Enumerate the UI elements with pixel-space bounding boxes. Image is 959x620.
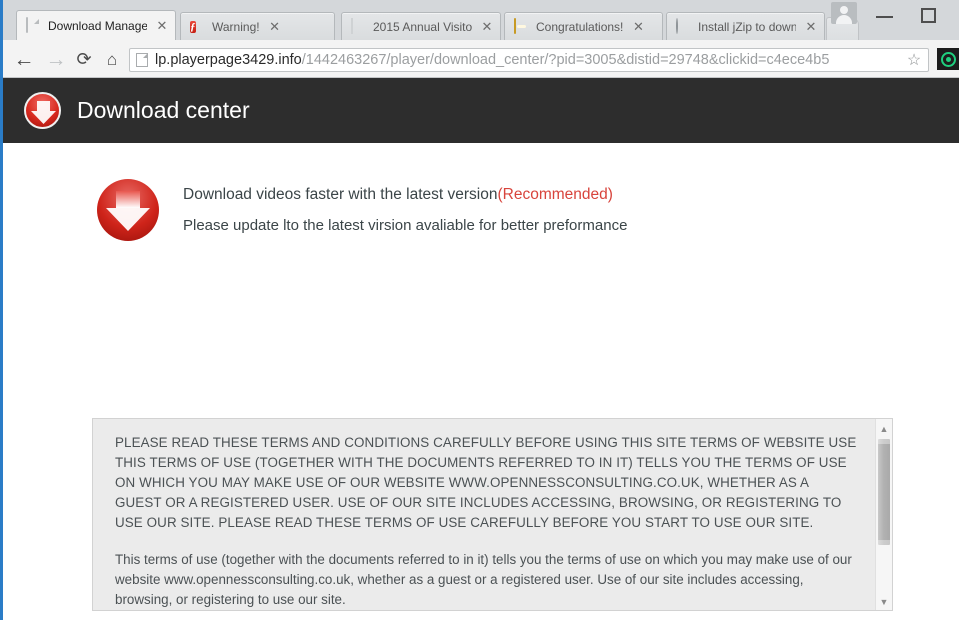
tab-title: Download Manager [48,18,147,33]
flash-icon: ƒ [190,20,196,33]
url-text: lp.playerpage3429.info/1442463267/player… [155,52,902,68]
maximize-button[interactable] [915,4,943,26]
site-header: Download center [3,78,959,143]
broadcast-icon[interactable] [937,48,959,70]
back-icon[interactable]: ← [11,48,37,72]
tab-title: Congratulations! [536,19,624,34]
close-icon[interactable]: ✕ [268,20,282,34]
scrollbar-grip-bottom [878,540,890,545]
broadcast-ring [940,51,956,67]
tab-congratulations[interactable]: Congratulations! ✕ [504,12,663,40]
page-title: Download center [77,97,250,123]
terms-paragraph-2: This terms of use (together with the doc… [115,552,852,607]
scrollbar-thumb[interactable] [878,439,890,545]
tab-download-manager[interactable]: Download Manager ✕ [16,10,176,40]
broadcast-dot [945,56,951,62]
tab-title: Install jZip to downlo [698,19,796,34]
url-host: lp.playerpage3429.info [155,52,302,68]
promo-recommended-label: (Recommended) [497,186,613,203]
tab-title: 2015 Annual Visitor [373,19,472,34]
jzip-icon [676,17,692,35]
close-icon[interactable]: ✕ [480,20,494,34]
scrollbar-grip-top [878,439,890,444]
home-icon[interactable]: ⌂ [99,48,125,72]
minimize-button[interactable] [871,4,899,26]
page-icon [26,16,42,34]
browser-toolbar: ← → ⟳ ⌂ lp.playerpage3429.info/144246326… [3,40,959,78]
scroll-down-icon[interactable]: ▼ [876,594,892,610]
tab-install-jzip[interactable]: Install jZip to downlo ✕ [666,12,825,40]
download-arrow-icon [24,92,61,129]
tab-strip: Download Manager ✕ ƒ Warning! ✕ 2015 Ann… [3,0,959,40]
promo-banner: Download videos faster with the latest v… [3,179,959,241]
address-bar[interactable]: lp.playerpage3429.info/1442463267/player… [129,48,929,72]
close-icon[interactable]: ✕ [155,19,169,33]
terms-scrollbar[interactable]: ▲ ▼ [875,419,892,610]
tab-warning[interactable]: ƒ Warning! ✕ [180,12,335,40]
tab-annual-visitor[interactable]: 2015 Annual Visitor ✕ [341,12,501,40]
terms-paragraph-1: PLEASE READ THESE TERMS AND CONDITIONS C… [115,435,857,530]
avatar-head [840,6,848,14]
browser-window: Download Manager ✕ ƒ Warning! ✕ 2015 Ann… [0,0,959,620]
download-arrow-icon [97,179,159,241]
page-content: Download videos faster with the latest v… [3,179,959,620]
terms-and-conditions-box[interactable]: PLEASE READ THESE TERMS AND CONDITIONS C… [92,418,893,611]
promo-headline-main: Download videos faster with the latest v… [183,186,498,203]
close-icon[interactable]: ✕ [804,20,818,34]
page-viewport: Download center Download videos faster w… [3,78,959,620]
maximize-icon [921,8,936,23]
promo-subline: Please update lto the latest virsion ava… [183,217,628,234]
promo-headline: Download videos faster with the latest v… [183,186,627,204]
blank-page-icon [351,17,367,35]
terms-text: PLEASE READ THESE TERMS AND CONDITIONS C… [93,419,892,610]
promo-texts: Download videos faster with the latest v… [183,186,627,234]
url-path: /1442463267/player/download_center/?pid=… [301,52,830,68]
avatar-icon[interactable] [831,2,857,24]
star-icon[interactable]: ☆ [904,50,924,70]
reload-icon[interactable]: ⟳ [71,48,97,72]
forward-icon[interactable]: → [43,48,69,72]
page-icon [136,53,148,67]
scroll-up-icon[interactable]: ▲ [876,421,892,437]
close-icon[interactable]: ✕ [631,20,645,34]
handshake-icon [514,17,530,35]
minimize-icon [876,16,893,18]
tab-title: Warning! [212,19,260,34]
avatar-body [836,15,852,24]
